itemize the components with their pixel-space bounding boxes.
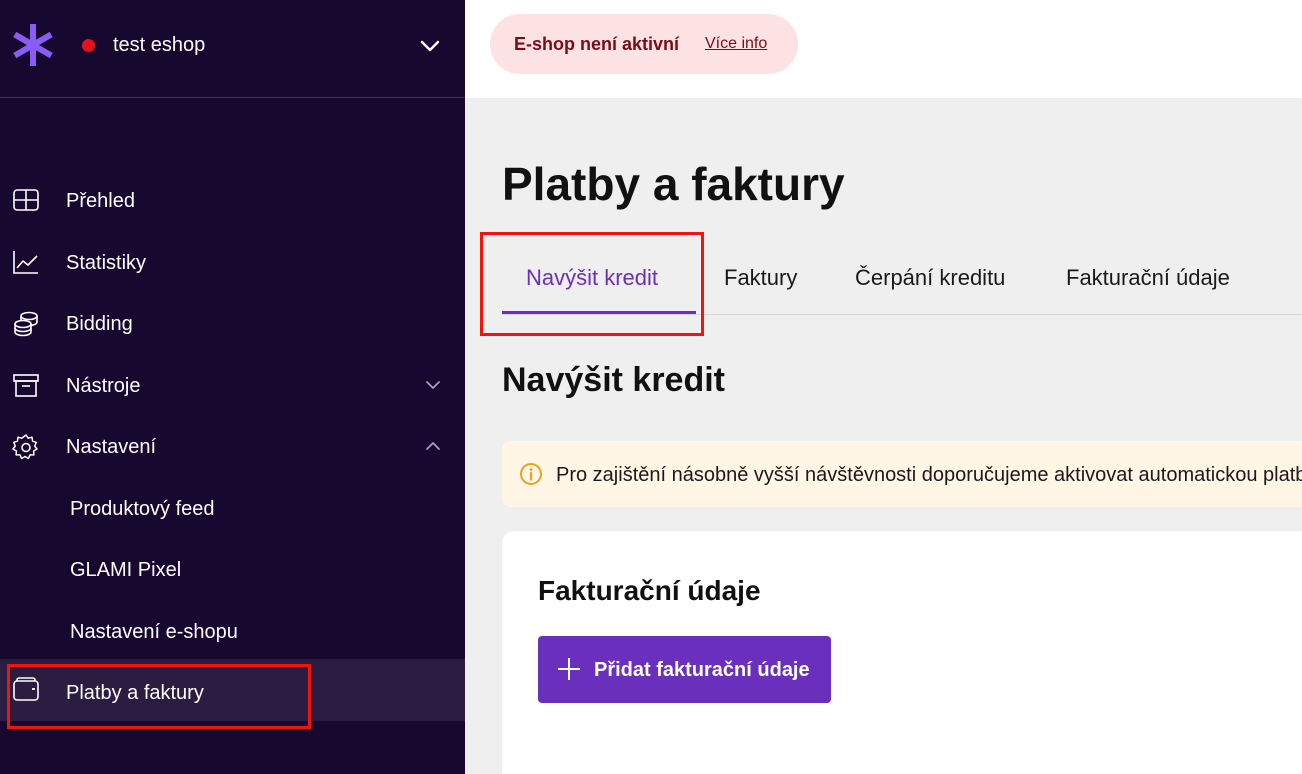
sidebar: test eshop Přehled Statistiky Bidding Ná…	[0, 0, 465, 774]
tab-bar: Navýšit kredit Faktury Čerpání kreditu F…	[502, 250, 1302, 315]
sidebar-item-label: Nastavení	[66, 436, 157, 458]
sidebar-item-statistiky[interactable]: Statistiky	[0, 235, 465, 291]
asterisk-icon[interactable]	[10, 22, 56, 68]
add-billing-details-label: Přidat fakturační údaje	[594, 659, 810, 681]
tab-fakturacni-udaje[interactable]: Fakturační údaje	[1066, 265, 1230, 291]
sidebar-subitem-label: Produktový feed	[70, 498, 215, 520]
sidebar-item-label: Statistiky	[66, 252, 147, 274]
more-info-link[interactable]: Více info	[705, 35, 767, 53]
alert-text: E-shop není aktivní	[514, 34, 680, 54]
sidebar-item-label: Platby a faktury	[66, 682, 204, 704]
sidebar-item-platby-a-faktury[interactable]: Platby a faktury	[0, 659, 465, 721]
info-banner-text: Pro zajištění násobně vyšší návštěvnosti…	[556, 464, 1302, 486]
sidebar-item-label: Bidding	[66, 313, 133, 335]
sidebar-item-label: Nástroje	[66, 375, 141, 397]
sidebar-subitem-label: Nastavení e-shopu	[70, 621, 238, 643]
status-dot-icon	[82, 39, 95, 52]
tab-navysit-kredit[interactable]: Navýšit kredit	[526, 265, 658, 291]
active-tab-indicator	[502, 311, 696, 314]
billing-card: Fakturační údaje Přidat fakturační údaje	[502, 531, 1302, 774]
tab-cerpani-kreditu[interactable]: Čerpání kreditu	[855, 265, 1005, 291]
sidebar-item-nastaveni[interactable]: Nastavení	[0, 419, 465, 475]
grid-icon	[13, 189, 39, 211]
tab-faktury[interactable]: Faktury	[724, 265, 797, 291]
section-title: Navýšit kredit	[502, 361, 725, 399]
add-billing-details-button[interactable]: Přidat fakturační údaje	[538, 636, 831, 703]
sidebar-item-nastroje[interactable]: Nástroje	[0, 358, 465, 414]
wallet-icon	[13, 677, 39, 701]
sidebar-item-label: Přehled	[66, 190, 135, 212]
shop-switcher[interactable]: test eshop	[0, 0, 465, 98]
sidebar-item-prehled[interactable]: Přehled	[0, 173, 465, 229]
chevron-down-icon[interactable]	[418, 34, 442, 58]
sidebar-subitem-glami-pixel[interactable]: GLAMI Pixel	[0, 542, 465, 598]
sidebar-subitem-produktovy-feed[interactable]: Produktový feed	[0, 481, 465, 537]
sidebar-item-bidding[interactable]: Bidding	[0, 296, 465, 352]
info-banner: Pro zajištění násobně vyšší návštěvnosti…	[502, 441, 1302, 507]
top-bar: E-shop není aktivní Více info	[465, 0, 1302, 98]
eshop-status-alert: E-shop není aktivní Více info	[490, 14, 798, 74]
page-title: Platby a faktury	[502, 158, 845, 210]
sidebar-subitem-nastaveni-eshopu[interactable]: Nastavení e-shopu	[0, 604, 465, 660]
archive-box-icon	[13, 374, 39, 397]
coins-icon	[14, 311, 38, 337]
plus-icon	[558, 658, 580, 680]
chevron-up-icon[interactable]	[424, 437, 442, 455]
info-circle-icon	[520, 463, 542, 485]
card-title: Fakturační údaje	[538, 575, 761, 606]
chevron-down-icon[interactable]	[424, 376, 442, 394]
shop-name[interactable]: test eshop	[113, 33, 205, 57]
sidebar-subitem-label: GLAMI Pixel	[70, 559, 182, 581]
gear-icon	[12, 434, 38, 460]
line-chart-icon	[13, 251, 38, 274]
